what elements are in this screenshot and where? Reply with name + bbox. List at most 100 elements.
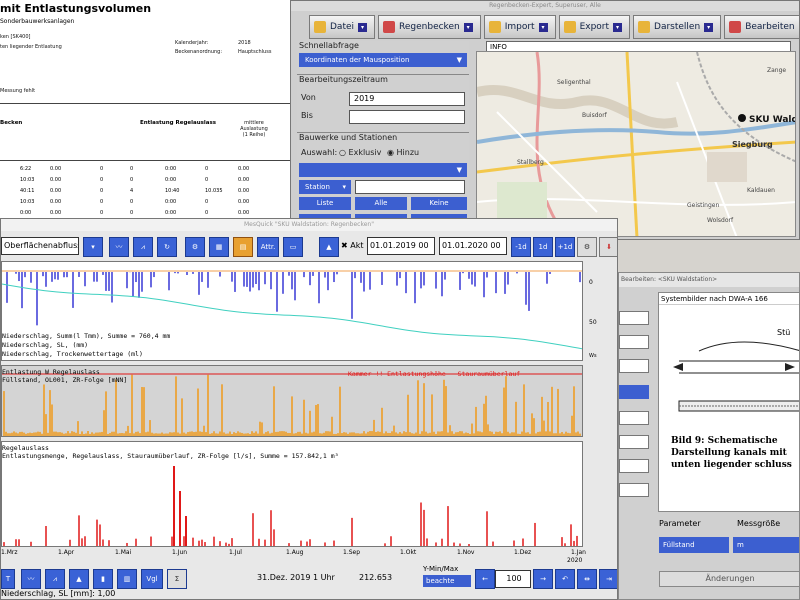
compare-button[interactable]: Vgl [141, 569, 163, 589]
t-button[interactable]: T [1, 569, 15, 589]
table-icon[interactable]: ▤ [233, 237, 253, 257]
map-station-label: SKU Waldstation [749, 115, 796, 125]
precip-bar [132, 272, 134, 297]
doc-caption: Bild 9: Schematische Darstellung kanals … [671, 436, 792, 470]
table-cell: 0.00 [50, 166, 62, 172]
graph-add-icon[interactable]: ⩘ [133, 237, 153, 257]
precip-bar [30, 272, 32, 283]
menu-0[interactable]: Datei ▾ [309, 15, 376, 39]
map-view-icon[interactable]: ▭ [283, 237, 303, 257]
report-meta-value: Hauptschluss [238, 49, 272, 55]
dropdown-arrow-icon[interactable]: ▾ [83, 237, 103, 257]
list-button[interactable]: Liste [299, 197, 351, 210]
table-cell: 0 [100, 199, 104, 205]
parameter-select[interactable]: Füllstand [659, 537, 729, 553]
arrow-right-icon[interactable]: → [533, 569, 553, 589]
map-place-label: Stallberg [517, 159, 544, 166]
schematic-line [698, 341, 799, 352]
calendar-icon[interactable]: ▦ [209, 237, 229, 257]
1d-button[interactable]: 1d [533, 237, 553, 257]
side-field[interactable] [619, 311, 649, 325]
exklusiv-radio[interactable]: ○ Exklusiv [339, 148, 381, 157]
map-green-area [497, 182, 547, 222]
ymm-select[interactable]: beachte [423, 575, 471, 587]
none-button[interactable]: Keine [411, 197, 467, 210]
changes-button[interactable]: Änderungen [659, 571, 799, 587]
mountain-icon[interactable]: ▲ [69, 569, 89, 589]
minus-1d-button[interactable]: -1d [511, 237, 531, 257]
station-field[interactable] [355, 180, 465, 194]
sigma-icon[interactable]: Σ [167, 569, 187, 589]
chevron-down-icon: ▾ [538, 22, 548, 32]
status-bar: T 〰 ⩘ ▲ ▮ ▥ Vgl Σ 31.Dez. 2019 1 Uhr 212… [1, 565, 617, 589]
side-field[interactable] [619, 335, 649, 349]
precip-bar [36, 272, 38, 326]
precipitation-plot[interactable]: 0 Niederschlag, Summ(l Tmm), Summe = 760… [1, 261, 583, 361]
table-cell: 0:00 [20, 210, 32, 216]
graph-icon[interactable]: 〰 [109, 237, 129, 257]
report-col-header: mittlere Auslastung (1 Reihe) [240, 120, 268, 138]
toolbar: Oberflächenabfluss, Mes ▾ 〰 ⩘ ↻ ⚙ ▦ ▤ At… [1, 233, 617, 259]
undo-icon[interactable]: ↶ [555, 569, 575, 589]
station-marker-icon[interactable] [738, 114, 746, 122]
graph-icon[interactable]: ⩘ [45, 569, 65, 589]
gear-icon[interactable]: ⚙ [577, 237, 597, 257]
menu-4[interactable]: Darstellen ▾ [633, 15, 722, 39]
menu-2[interactable]: Import ▾ [483, 15, 556, 39]
map-place-label: Wolsdorf [707, 217, 734, 224]
bar-chart-icon[interactable]: ▥ [117, 569, 137, 589]
precip-bar [198, 272, 200, 295]
report-meta-label: Beckenanordnung: [175, 49, 223, 55]
bar-chart-icon[interactable]: ▮ [93, 569, 113, 589]
structure-select[interactable]: ▼ [299, 163, 467, 177]
side-field[interactable] [619, 435, 649, 449]
status-date: 31.Dez. 2019 1 Uhr [257, 573, 335, 582]
von-label: Von [301, 93, 316, 102]
zoom-field[interactable]: 100 [495, 570, 531, 588]
side-field[interactable] [619, 483, 649, 497]
parameter-select[interactable]: Oberflächenabfluss, Mes [1, 237, 79, 255]
date-from-field[interactable]: 01.01.2019 00 [367, 237, 435, 255]
hinzu-radio[interactable]: ◉ Hinzu [387, 148, 419, 157]
side-button[interactable] [619, 385, 649, 399]
table-cell: 6:22 [20, 166, 32, 172]
dropdown-arrow-icon: ▼ [456, 166, 462, 174]
table-cell: 4 [130, 188, 134, 194]
precip-bar [258, 272, 260, 291]
quick-query-select[interactable]: Koordinaten der Mausposition ▼ [299, 53, 467, 67]
status-param: Niederschlag, SL [mm]: 1,00 [1, 589, 116, 598]
messgroesse-select[interactable]: m [733, 537, 799, 553]
menu-3[interactable]: Export ▾ [558, 15, 631, 39]
attributes-button[interactable]: Attr. [257, 237, 279, 257]
map-view[interactable]: Seligenthal Geistingen Buisdorf Kaldauen… [476, 51, 796, 237]
precip-bar [24, 272, 26, 278]
precip-bar [444, 272, 446, 280]
refresh-icon[interactable]: ↻ [157, 237, 177, 257]
up-icon[interactable]: ▲ [319, 237, 339, 257]
level-plot[interactable]: Entlastung W Regelauslass Füllstand, OL0… [1, 365, 583, 437]
plus-1d-button[interactable]: +1d [555, 237, 575, 257]
von-field[interactable]: 2019 [349, 92, 465, 106]
fit-icon[interactable]: ⇥ [599, 569, 617, 589]
date-to-field[interactable]: 01.01.2020 00 [439, 237, 507, 255]
arrow-left-icon[interactable]: ← [475, 569, 495, 589]
table-cell: 0:00 [165, 177, 177, 183]
bis-field[interactable] [349, 110, 465, 124]
settings-icon[interactable]: ⚙ [185, 237, 205, 257]
menu-5[interactable]: Bearbeiten▾ [724, 15, 799, 39]
akt-checkbox[interactable]: ✖ Akt [341, 241, 364, 250]
precip-bar [420, 272, 422, 289]
export-icon[interactable]: ⬇ [599, 237, 617, 257]
menu-1[interactable]: Regenbecken ▾ [378, 15, 481, 39]
overflow-plot[interactable]: Regelauslass Entlastungsmenge, Regelausl… [1, 441, 583, 547]
table-cell: 0.00 [238, 210, 250, 216]
side-field[interactable] [619, 359, 649, 373]
graph-icon[interactable]: 〰 [21, 569, 41, 589]
precip-bar [96, 272, 98, 282]
table-cell: 0 [100, 188, 104, 194]
expand-icon[interactable]: ⇹ [577, 569, 597, 589]
side-field[interactable] [619, 411, 649, 425]
side-field[interactable] [619, 459, 649, 473]
all-button[interactable]: Alle [355, 197, 407, 210]
station-select[interactable]: Station ▾ [299, 180, 351, 194]
